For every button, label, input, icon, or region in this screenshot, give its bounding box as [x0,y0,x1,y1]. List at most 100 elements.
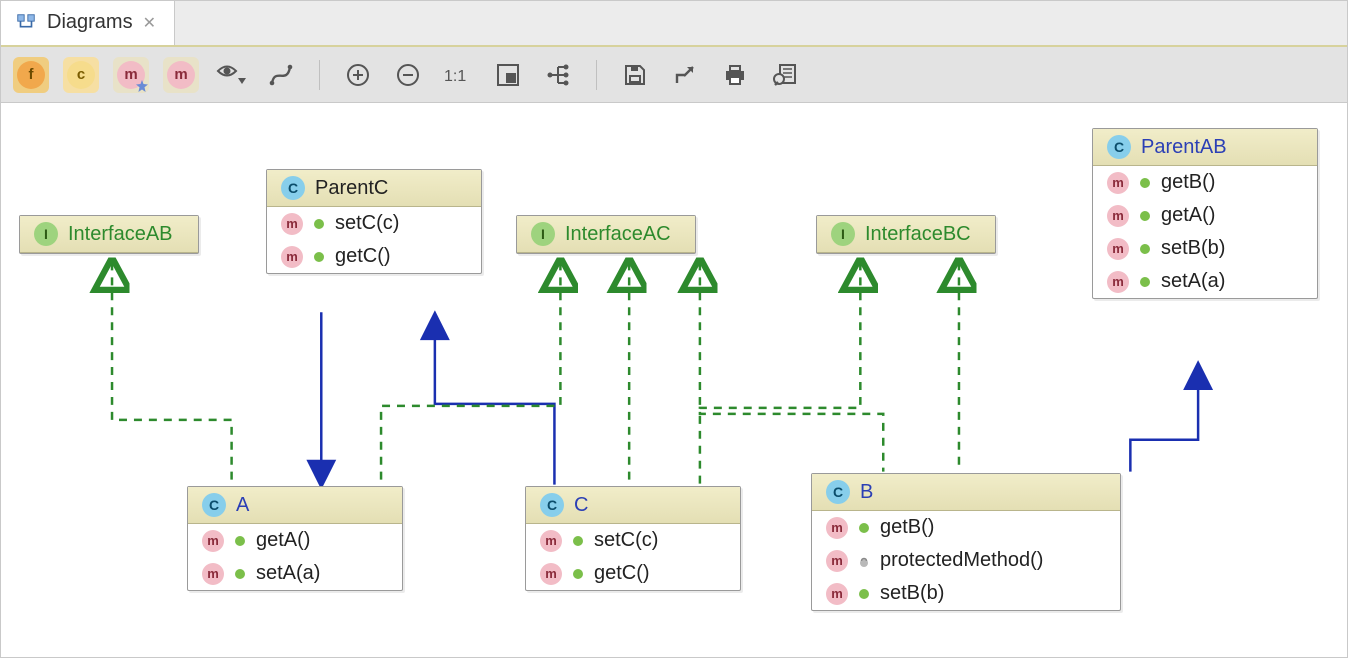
preview-button[interactable] [767,57,803,93]
node-a[interactable]: C A m getA() m setA(a) [187,486,403,591]
public-icon [571,534,585,548]
zoom-out-icon [396,63,420,87]
export-icon [674,64,696,86]
node-b[interactable]: C B m getB() m protectedMethod() m setB(… [811,473,1121,611]
one-to-one-icon: 1:1 [444,65,472,85]
node-title: B [860,481,873,504]
node-title: A [236,494,249,517]
curve-icon [269,63,293,87]
class-badge-icon: C [540,493,564,517]
protected-icon [857,554,871,568]
zoom-out-button[interactable] [390,57,426,93]
toggle-methods-button[interactable]: m [163,57,199,93]
layout-button[interactable] [540,57,576,93]
zoom-in-button[interactable] [340,57,376,93]
method-badge-icon: m [1107,271,1129,293]
public-icon [312,250,326,264]
node-interfaceac[interactable]: I InterfaceAC [516,215,696,254]
member-row[interactable]: m setC(c) [526,524,740,557]
member-row[interactable]: m setC(c) [267,207,481,240]
member-row[interactable]: m setB(b) [812,577,1120,610]
public-icon [1138,242,1152,256]
member-row[interactable]: m setB(b) [1093,232,1317,265]
interface-badge-icon: I [531,222,555,246]
member-row[interactable]: m protectedMethod() [812,544,1120,577]
method-badge-icon: m [540,563,562,585]
node-body: m setC(c) m getC() [526,524,740,590]
node-interfacebc[interactable]: I InterfaceBC [816,215,996,254]
public-icon [233,567,247,581]
member-row[interactable]: m getB() [1093,166,1317,199]
member-row[interactable]: m getC() [526,557,740,590]
interface-badge-icon: I [831,222,855,246]
star-icon [136,80,148,92]
public-icon [857,587,871,601]
public-icon [1138,176,1152,190]
class-badge-icon: C [281,176,305,200]
member-row[interactable]: m getA() [1093,199,1317,232]
search-doc-icon [772,64,798,86]
diagram-canvas[interactable]: I InterfaceAB C ParentC m setC(c) m getC… [1,103,1347,657]
eye-icon [216,64,246,86]
visibility-dropdown-button[interactable] [213,57,249,93]
fit-icon [496,63,520,87]
toggle-constructors-button[interactable]: c [63,57,99,93]
interface-badge-icon: I [34,222,58,246]
public-icon [571,567,585,581]
member-row[interactable]: m getC() [267,240,481,273]
toolbar: f c m m [1,47,1347,103]
save-button[interactable] [617,57,653,93]
node-c[interactable]: C C m setC(c) m getC() [525,486,741,591]
class-badge-icon: C [1107,135,1131,159]
public-icon [233,534,247,548]
zoom-in-icon [346,63,370,87]
node-interfaceab[interactable]: I InterfaceAB [19,215,199,254]
tab-diagrams[interactable]: Diagrams ✕ [1,1,175,45]
method-badge-icon: m [826,550,848,572]
svg-text:1:1: 1:1 [444,68,466,85]
save-icon [624,64,646,86]
method-badge-icon: m [826,517,848,539]
public-icon [1138,209,1152,223]
node-body: m setC(c) m getC() [267,207,481,273]
method-badge-icon: m [826,583,848,605]
diagram-icon [15,12,37,34]
toolbar-separator [319,60,320,90]
node-parentab[interactable]: C ParentAB m getB() m getA() m setB(b) m [1092,128,1318,299]
member-row[interactable]: m setA(a) [1093,265,1317,298]
method-badge-icon: m [540,530,562,552]
method-badge-icon: m [202,530,224,552]
fit-content-button[interactable] [490,57,526,93]
method-badge-icon: m [1107,205,1129,227]
export-button[interactable] [667,57,703,93]
print-icon [723,64,747,86]
method-badge-icon: m [281,213,303,235]
close-icon[interactable]: ✕ [143,13,156,33]
node-body: m getA() m setA(a) [188,524,402,590]
node-body: m getB() m getA() m setB(b) m setA(a) [1093,166,1317,298]
tab-label: Diagrams [47,11,133,34]
node-body: m getB() m protectedMethod() m setB(b) [812,511,1120,610]
member-row[interactable]: m setA(a) [188,557,402,590]
method-badge-icon: m [1107,172,1129,194]
public-icon [857,521,871,535]
method-badge-icon: m [202,563,224,585]
node-title: ParentC [315,177,388,200]
class-badge-icon: C [202,493,226,517]
method-badge-icon: m [1107,238,1129,260]
edge-style-button[interactable] [263,57,299,93]
toggle-methods-starred-button[interactable]: m [113,57,149,93]
node-title: InterfaceBC [865,223,971,246]
member-row[interactable]: m getB() [812,511,1120,544]
actual-size-button[interactable]: 1:1 [440,57,476,93]
member-row[interactable]: m getA() [188,524,402,557]
tab-strip: Diagrams ✕ [1,1,1347,47]
toggle-fields-button[interactable]: f [13,57,49,93]
node-parentc[interactable]: C ParentC m setC(c) m getC() [266,169,482,274]
node-title: InterfaceAB [68,223,173,246]
print-button[interactable] [717,57,753,93]
public-icon [312,217,326,231]
class-badge-icon: C [826,480,850,504]
public-icon [1138,275,1152,289]
method-badge-icon: m [281,246,303,268]
